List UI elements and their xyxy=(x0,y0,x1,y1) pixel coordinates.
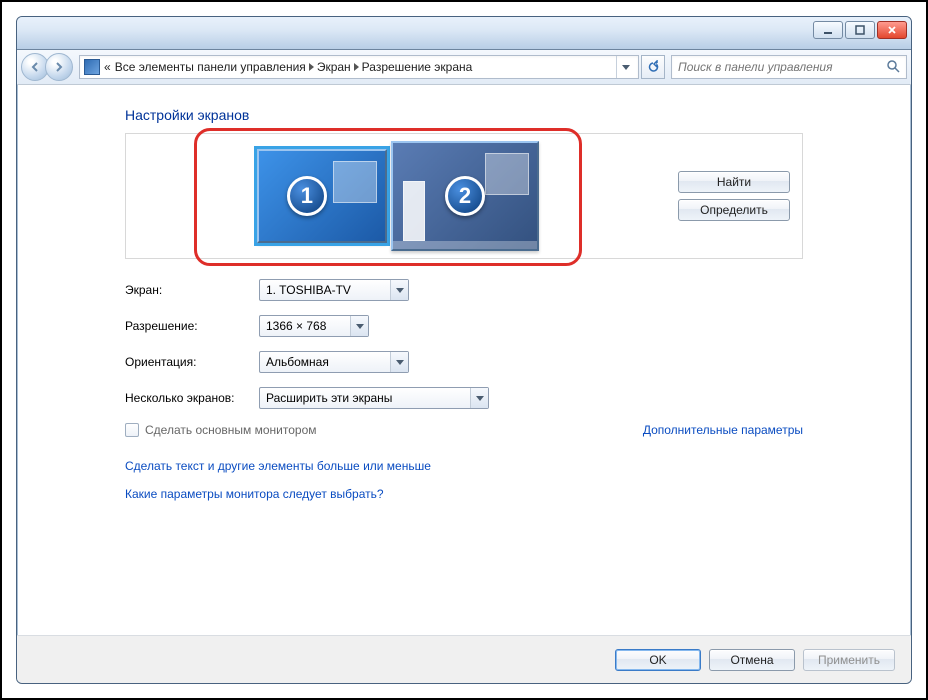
multi-display-label: Несколько экранов: xyxy=(125,391,259,405)
resolution-label: Разрешение: xyxy=(125,319,259,333)
monitor-badge: 1 xyxy=(287,176,327,216)
content-area: Настройки экранов 1 2 Найти Определить xyxy=(17,85,911,635)
orientation-label: Ориентация: xyxy=(125,355,259,369)
display-select-value: 1. TOSHIBA-TV xyxy=(266,283,351,297)
monitor-decor-icon xyxy=(333,161,377,203)
chevron-down-icon xyxy=(350,316,368,336)
primary-monitor-checkbox[interactable] xyxy=(125,423,139,437)
search-input[interactable] xyxy=(678,60,886,74)
breadcrumb[interactable]: « Все элементы панели управления Экран Р… xyxy=(79,55,639,79)
breadcrumb-seg-2[interactable]: Разрешение экрана xyxy=(362,60,473,74)
advanced-settings-link[interactable]: Дополнительные параметры xyxy=(643,423,803,437)
nav-forward-button[interactable] xyxy=(45,53,73,81)
orientation-select-value: Альбомная xyxy=(266,355,329,369)
search-icon xyxy=(886,59,900,76)
chevron-right-icon xyxy=(354,63,359,71)
which-params-link[interactable]: Какие параметры монитора следует выбрать… xyxy=(125,487,803,501)
close-button[interactable] xyxy=(877,21,907,39)
maximize-button[interactable] xyxy=(845,21,875,39)
navbar: « Все элементы панели управления Экран Р… xyxy=(17,49,911,85)
chevron-down-icon xyxy=(390,280,408,300)
page-title: Настройки экранов xyxy=(125,107,803,123)
display-arrangement-panel: 1 2 Найти Определить xyxy=(125,133,803,259)
chevron-down-icon xyxy=(390,352,408,372)
resolution-select-value: 1366 × 768 xyxy=(266,319,326,333)
orientation-select[interactable]: Альбомная xyxy=(259,351,409,373)
multi-display-select-value: Расширить эти экраны xyxy=(266,391,392,405)
monitor-taskbar-icon xyxy=(393,241,537,249)
resolution-select[interactable]: 1366 × 768 xyxy=(259,315,369,337)
display-select[interactable]: 1. TOSHIBA-TV xyxy=(259,279,409,301)
display-label: Экран: xyxy=(125,283,259,297)
text-size-link[interactable]: Сделать текст и другие элементы больше и… xyxy=(125,459,803,473)
search-box[interactable] xyxy=(671,55,907,79)
cancel-button[interactable]: Отмена xyxy=(709,649,795,671)
control-panel-icon xyxy=(84,59,100,75)
minimize-button[interactable] xyxy=(813,21,843,39)
breadcrumb-seg-0[interactable]: Все элементы панели управления xyxy=(115,60,306,74)
monitor-decor-icon xyxy=(485,153,529,195)
monitor-1[interactable]: 1 xyxy=(257,149,387,243)
chevron-down-icon xyxy=(470,388,488,408)
primary-monitor-checkbox-label: Сделать основным монитором xyxy=(145,423,317,437)
monitors-area[interactable]: 1 2 xyxy=(138,141,658,251)
monitor-decor-icon xyxy=(403,181,425,241)
find-button[interactable]: Найти xyxy=(678,171,790,193)
dialog-button-bar: OK Отмена Применить xyxy=(17,635,911,683)
settings-form: Экран: 1. TOSHIBA-TV Разрешение: 1366 × … xyxy=(125,279,803,501)
titlebar xyxy=(17,17,911,49)
breadcrumb-seg-1[interactable]: Экран xyxy=(317,60,351,74)
multi-display-select[interactable]: Расширить эти экраны xyxy=(259,387,489,409)
monitor-2[interactable]: 2 xyxy=(391,141,539,251)
monitor-badge: 2 xyxy=(445,176,485,216)
detect-button[interactable]: Определить xyxy=(678,199,790,221)
screen-resolution-window: « Все элементы панели управления Экран Р… xyxy=(16,16,912,684)
breadcrumb-prefix: « xyxy=(104,60,111,74)
breadcrumb-history-button[interactable] xyxy=(616,56,634,78)
refresh-button[interactable] xyxy=(641,55,665,79)
ok-button[interactable]: OK xyxy=(615,649,701,671)
chevron-right-icon xyxy=(309,63,314,71)
apply-button[interactable]: Применить xyxy=(803,649,895,671)
